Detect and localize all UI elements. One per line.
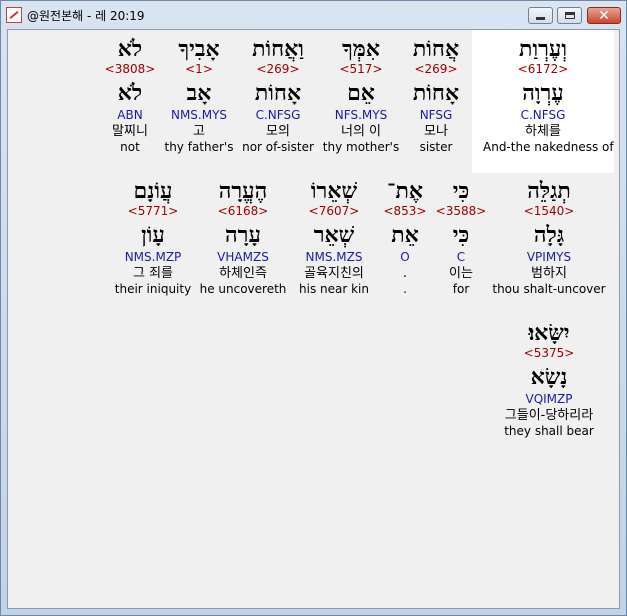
korean-gloss: 그들이-당하리라 [504, 408, 594, 423]
korean-gloss: 말찌니 [112, 124, 148, 139]
english-gloss: not [120, 140, 140, 154]
morphology-code: ABN [117, 108, 143, 122]
morphology-code: VQIMZP [525, 392, 573, 406]
maximize-icon [564, 12, 575, 19]
word-cell[interactable]: יִשָּׂאוּ׃ <5375> נָשָׂא VQIMZP 그들이-당하리라… [489, 320, 609, 439]
window-title: @원전본해 - 레 20:19 [27, 9, 145, 23]
strong-number[interactable]: <6172> [483, 62, 603, 77]
hebrew-word: לֹא [117, 36, 143, 62]
verse-panel: וְעֶרְוַת <6172> עֶרְוָה C.NFSG 하체를 And-… [7, 29, 620, 609]
close-button[interactable]: ✕ [587, 7, 621, 24]
minimize-icon [536, 17, 545, 20]
strong-number[interactable]: <5375> [489, 346, 609, 361]
korean-gloss: 하체를 [525, 124, 561, 139]
morphology-code: NMS.MZP [124, 250, 182, 264]
hebrew-word: וְעֶרְוַת [519, 36, 567, 62]
app-icon[interactable] [6, 7, 22, 23]
title-bar[interactable]: @원전본해 - 레 20:19 ✕ [1, 1, 626, 29]
word-cell[interactable]: וְעֶרְוַת <6172> עֶרְוָה C.NFSG 하체를 And-… [483, 36, 614, 155]
word-cell[interactable]: לֹא <3808> לֹא ABN 말찌니 not [70, 36, 190, 155]
strong-number[interactable]: <5771> [93, 204, 213, 219]
close-icon: ✕ [598, 7, 610, 24]
korean-gloss: 그 죄를 [132, 266, 173, 281]
minimize-button[interactable] [528, 7, 553, 24]
hebrew-word: עֲוֹנָם [133, 178, 173, 204]
hebrew-root: עָוֹן [141, 222, 165, 248]
english-gloss: And-the nakedness of [483, 140, 614, 154]
morphology-code: C.NFSG [520, 108, 566, 122]
hebrew-word: יִשָּׂאוּ׃ [528, 320, 570, 346]
strong-number[interactable]: <3808> [70, 62, 190, 77]
hebrew-root: נָשָׂא [530, 364, 568, 390]
hebrew-root: עֶרְוָה [522, 80, 564, 106]
english-gloss: their iniquity [114, 282, 192, 296]
hebrew-root: לֹא [117, 80, 143, 106]
english-gloss: they shall bear [504, 424, 594, 438]
app-window: @원전본해 - 레 20:19 ✕ וְעֶרְוַת <6172> עֶרְו… [0, 0, 627, 616]
maximize-button[interactable] [557, 7, 582, 24]
word-cell[interactable]: עֲוֹנָם <5771> עָוֹן NMS.MZP 그 죄를 their … [93, 178, 213, 297]
